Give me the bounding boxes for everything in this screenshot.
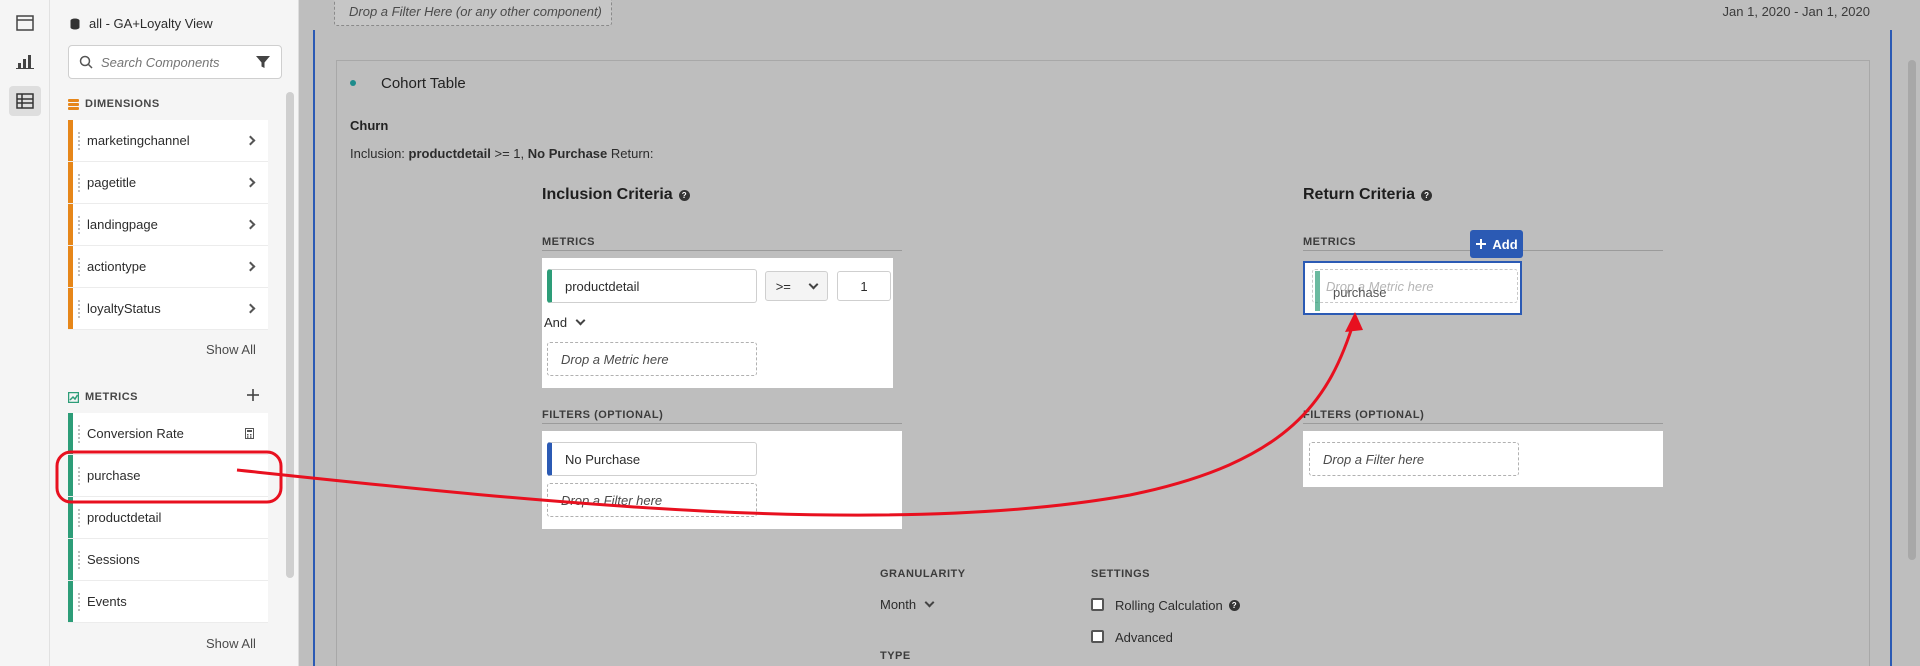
metric-list: Conversion Rate purchase productdetail S…: [68, 413, 268, 623]
help-icon[interactable]: ?: [1228, 600, 1240, 611]
metric-item-purchase[interactable]: purchase: [68, 455, 268, 497]
type-caption: TYPE: [880, 650, 911, 662]
granularity-select[interactable]: Month: [880, 597, 935, 612]
inclusion-metrics-caption: METRICS: [542, 236, 595, 248]
inclusion-metric-dropzone[interactable]: Drop a Metric here: [547, 342, 757, 376]
panel-title[interactable]: Cohort Table: [381, 75, 466, 92]
metrics-header: METRICS: [68, 391, 138, 403]
report-suite-selector[interactable]: all - GA+Loyalty View: [70, 16, 213, 31]
inclusion-metric-pill[interactable]: productdetail: [547, 269, 757, 303]
dimension-item[interactable]: actiontype: [68, 246, 268, 288]
database-icon: [70, 18, 80, 29]
dimension-item[interactable]: pagetitle: [68, 162, 268, 204]
chevron-right-icon[interactable]: [245, 177, 256, 188]
drag-ghost-bar: [1315, 271, 1320, 311]
inclusion-filter-pill[interactable]: No Purchase: [547, 442, 757, 476]
components-icon[interactable]: [9, 86, 41, 116]
advanced-label: Advanced: [1115, 630, 1173, 645]
metric-icon: [68, 391, 79, 403]
chevron-right-icon[interactable]: [245, 303, 256, 314]
help-icon[interactable]: ?: [1421, 189, 1433, 201]
settings-caption: SETTINGS: [1091, 568, 1151, 580]
granularity-caption: GRANULARITY: [880, 568, 966, 580]
components-panel: all - GA+Loyalty View DIMENSIONS marketi…: [50, 0, 299, 666]
report-suite-name: all - GA+Loyalty View: [89, 16, 213, 31]
advanced-checkbox[interactable]: [1091, 630, 1104, 643]
filter-icon[interactable]: [255, 54, 271, 70]
divider: [1303, 423, 1663, 424]
table-name[interactable]: Churn: [350, 118, 388, 133]
search-icon: [79, 55, 93, 69]
inclusion-filters-caption: FILTERS (OPTIONAL): [542, 409, 664, 421]
chevron-right-icon[interactable]: [245, 261, 256, 272]
canvas-scrollbar[interactable]: [1908, 60, 1916, 560]
dimension-list: marketingchannel pagetitle landingpage a…: [68, 120, 268, 330]
rolling-calculation-label: Rolling Calculation?: [1115, 598, 1240, 613]
dimensions-show-all-link[interactable]: Show All: [206, 342, 256, 357]
chevron-down-icon: [924, 597, 935, 608]
divider: [542, 423, 902, 424]
rolling-calculation-checkbox[interactable]: [1091, 598, 1104, 611]
conjunction-select[interactable]: And: [544, 315, 586, 330]
chevron-right-icon[interactable]: [245, 219, 256, 230]
calculator-icon: [245, 428, 254, 439]
visualizations-icon[interactable]: [9, 46, 41, 76]
return-metrics-caption: METRICS: [1303, 236, 1356, 248]
inclusion-criteria-title: Inclusion Criteria?: [542, 186, 690, 204]
chevron-down-icon: [808, 279, 819, 289]
dimension-icon: [68, 98, 79, 110]
add-metric-icon[interactable]: [246, 388, 260, 405]
dimensions-header: DIMENSIONS: [68, 98, 160, 110]
add-button[interactable]: Add: [1470, 230, 1523, 258]
panel-filter-dropzone[interactable]: Drop a Filter Here (or any other compone…: [334, 0, 612, 26]
plus-icon: [1476, 239, 1487, 249]
metric-item[interactable]: Sessions: [68, 539, 268, 581]
metric-item[interactable]: productdetail: [68, 497, 268, 539]
value-input[interactable]: 1: [837, 271, 891, 301]
return-filter-dropzone[interactable]: Drop a Filter here: [1309, 442, 1519, 476]
panel-status-dot: [350, 80, 356, 86]
return-criteria-title: Return Criteria?: [1303, 186, 1433, 204]
operator-select[interactable]: >=: [765, 271, 828, 301]
help-icon[interactable]: ?: [678, 189, 690, 201]
chevron-down-icon: [575, 315, 586, 326]
metric-item[interactable]: Events: [68, 581, 268, 623]
panel-icon[interactable]: [9, 8, 41, 38]
left-rail: [0, 0, 50, 666]
date-range[interactable]: Jan 1, 2020 - Jan 1, 2020: [1723, 4, 1870, 19]
metric-item[interactable]: Conversion Rate: [68, 413, 268, 455]
cohort-summary: Inclusion: productdetail >= 1, No Purcha…: [350, 146, 654, 161]
search-box[interactable]: [68, 45, 282, 79]
metrics-show-all-link[interactable]: Show All: [206, 636, 256, 651]
chevron-right-icon[interactable]: [245, 135, 256, 146]
dimension-item[interactable]: marketingchannel: [68, 120, 268, 162]
dimension-item[interactable]: loyaltyStatus: [68, 288, 268, 330]
drag-ghost-label: purchase: [1333, 285, 1387, 300]
search-input[interactable]: [101, 54, 241, 70]
inclusion-filter-dropzone[interactable]: Drop a Filter here: [547, 483, 757, 517]
panel-scrollbar[interactable]: [286, 92, 294, 578]
divider: [542, 250, 902, 251]
return-filters-caption: FILTERS (OPTIONAL): [1303, 409, 1425, 421]
dimension-item[interactable]: landingpage: [68, 204, 268, 246]
